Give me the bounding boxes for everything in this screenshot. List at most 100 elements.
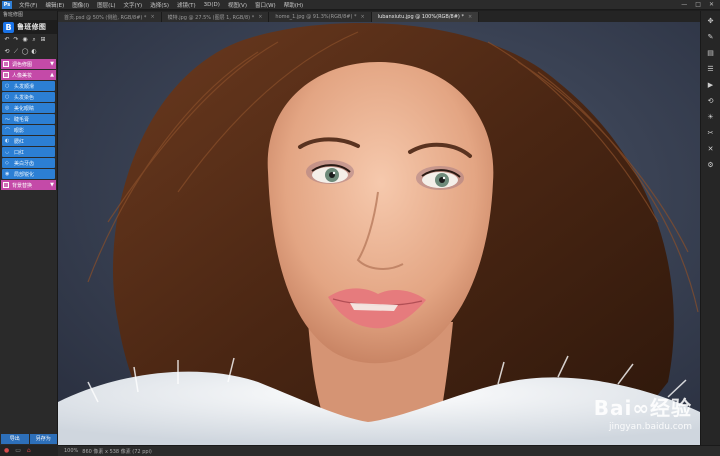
item-teeth-whiten[interactable]: ◇ 美白牙齿 — [2, 158, 55, 168]
portrait-photo — [58, 22, 700, 445]
eye-icon: ◎ — [5, 105, 10, 111]
item-eyeshadow[interactable]: ⌒ 眼影 — [2, 125, 55, 135]
zoom-level[interactable]: 100% — [64, 448, 78, 455]
menu-layer[interactable]: 图层(L) — [93, 1, 119, 9]
ellipse-icon[interactable]: ◯ — [21, 48, 29, 56]
hair-dye-icon: ○ — [5, 94, 10, 100]
undo-icon[interactable]: ↶ — [3, 36, 11, 44]
close-icon[interactable]: ✕ — [705, 143, 717, 155]
maximize-icon[interactable]: □ — [695, 1, 701, 8]
section-label: 人像美妆 — [12, 72, 33, 79]
app-logo: Ps — [2, 0, 12, 9]
tab-close-icon[interactable]: × — [150, 14, 154, 20]
menu-3d[interactable]: 3D(D) — [200, 2, 224, 8]
menu-type[interactable]: 文字(Y) — [120, 1, 147, 9]
item-local-sharpen[interactable]: ◉ 局部锐化 — [2, 169, 55, 179]
item-eye-beautify[interactable]: ◎ 美化眼睛 — [2, 103, 55, 113]
brand-logo-icon: B — [3, 21, 14, 33]
tab-label: home_1.jpg @ 91.3%(RGB/8#) * — [275, 14, 357, 20]
lash-icon: ～ — [5, 116, 11, 123]
item-label: 美白牙齿 — [14, 160, 35, 167]
tab-label: 首页.psd @ 50% (侧脸, RGB/8#) * — [64, 14, 147, 21]
watermark: Bai∞经验 jingyan.baidu.com — [594, 392, 692, 432]
brand-name: 鲁班修图 — [17, 23, 47, 31]
minimize-icon[interactable]: — — [681, 1, 687, 8]
adjust-icon[interactable]: ☰ — [705, 63, 717, 75]
panel-status-icons: ● ▭ ⌂ — [0, 445, 58, 456]
chat-icon[interactable]: ▭ — [15, 447, 21, 454]
save-as-button[interactable]: 另存为 — [29, 434, 57, 444]
lips-icon: ◡ — [5, 149, 10, 155]
blush-icon: ◐ — [5, 138, 10, 144]
menu-window[interactable]: 窗口(W) — [251, 1, 280, 9]
section-portrait-makeup[interactable]: 人像美妆 ▲ — [1, 70, 56, 80]
scissors-icon[interactable]: ✂ — [705, 127, 717, 139]
chevron-down-icon: ▼ — [50, 182, 54, 188]
tool-row-2: ⟲ ⟋ ◯ ◐ — [0, 46, 57, 58]
teeth-icon: ◇ — [5, 160, 9, 166]
menu-bar: Ps 文件(F) 编辑(E) 图像(I) 图层(L) 文字(Y) 选择(S) 滤… — [0, 0, 720, 10]
menu-filter[interactable]: 滤镜(T) — [173, 1, 200, 9]
doc-info: 860 像素 x 538 像素 (72 ppi) — [82, 448, 152, 455]
menu-file[interactable]: 文件(F) — [15, 1, 41, 9]
tab-label: lubanxiutu.jpg @ 100%(RGB/8#) * — [377, 14, 464, 20]
reset-icon[interactable]: ⟲ — [3, 48, 11, 56]
grid-icon[interactable]: ⊞ — [39, 36, 47, 44]
tool-row-1: ↶ ↷ ◉ ⌕ ⊞ — [0, 34, 57, 46]
status-bar: 100% 860 像素 x 538 像素 (72 ppi) — [58, 445, 720, 456]
tab-document-1[interactable]: 首页.psd @ 50% (侧脸, RGB/8#) * × — [58, 12, 162, 22]
menu-edit[interactable]: 编辑(E) — [41, 1, 68, 9]
menu-view[interactable]: 视图(V) — [224, 1, 251, 9]
chevron-up-icon: ▲ — [50, 72, 54, 78]
settings-icon[interactable]: ⚙ — [705, 159, 717, 171]
tab-document-4[interactable]: lubanxiutu.jpg @ 100%(RGB/8#) * × — [371, 12, 480, 22]
panel-title: 鲁班修图 — [0, 11, 57, 20]
history-icon[interactable]: ⟲ — [705, 95, 717, 107]
menu-select[interactable]: 选择(S) — [146, 1, 173, 9]
close-icon[interactable]: ✕ — [709, 1, 714, 8]
eye-icon[interactable]: ◉ — [21, 36, 29, 44]
section-background-replace[interactable]: 背景替换 ▼ — [1, 180, 56, 190]
item-hair-dye[interactable]: ○ 头发染色 — [2, 92, 55, 102]
brush-icon[interactable]: ✎ — [705, 31, 717, 43]
item-lipstick[interactable]: ◡ 口红 — [2, 147, 55, 157]
item-label: 头发顺滑 — [14, 83, 35, 90]
tab-close-icon[interactable]: × — [361, 14, 365, 20]
document-canvas[interactable] — [58, 22, 700, 445]
right-toolbar: ✥ ✎ ▤ ☰ ▶ ⟲ ☀ ✂ ✕ ⚙ — [700, 11, 720, 445]
tab-close-icon[interactable]: × — [258, 14, 262, 20]
section-checkbox-icon — [3, 182, 9, 188]
window-controls: — □ ✕ — [681, 1, 720, 8]
section-label: 调色修图 — [12, 61, 33, 68]
item-label: 眼影 — [14, 127, 25, 134]
light-icon[interactable]: ☀ — [705, 111, 717, 123]
person-icon[interactable]: ◐ — [30, 48, 38, 56]
search-icon[interactable]: ⌕ — [30, 36, 38, 44]
tab-close-icon[interactable]: × — [468, 14, 472, 20]
watermark-logo: Bai∞经验 — [593, 396, 692, 420]
tab-label: 模特.jpg @ 27.5% (图层 1, RGB/8) * — [167, 14, 255, 21]
cap-icon[interactable]: ⌂ — [27, 447, 31, 454]
item-label: 美化眼睛 — [14, 105, 35, 112]
redo-icon[interactable]: ↷ — [12, 36, 20, 44]
eyeshadow-icon: ⌒ — [5, 127, 11, 134]
section-checkbox-icon — [3, 72, 9, 78]
brush-icon[interactable]: ⟋ — [12, 48, 20, 56]
menu-help[interactable]: 帮助(H) — [280, 1, 307, 9]
play-icon[interactable]: ▶ — [705, 79, 717, 91]
section-color-retouch[interactable]: 调色修图 ▼ — [1, 59, 56, 69]
section-checkbox-icon — [3, 61, 9, 67]
item-blush[interactable]: ◐ 腮红 — [2, 136, 55, 146]
tab-document-3[interactable]: home_1.jpg @ 91.3%(RGB/8#) * × — [269, 12, 372, 22]
panel-footer: 导出 另存为 — [0, 433, 58, 445]
item-hair-smooth[interactable]: ○ 头发顺滑 — [2, 81, 55, 91]
message-icon[interactable]: ● — [4, 447, 9, 454]
watermark-url: jingyan.baidu.com — [608, 422, 692, 432]
sharpen-icon: ◉ — [5, 171, 10, 177]
menu-image[interactable]: 图像(I) — [68, 1, 93, 9]
layers-icon[interactable]: ▤ — [705, 47, 717, 59]
export-button[interactable]: 导出 — [1, 434, 29, 444]
move-icon[interactable]: ✥ — [705, 15, 717, 27]
item-mascara[interactable]: ～睫毛膏 — [2, 114, 55, 124]
tab-document-2[interactable]: 模特.jpg @ 27.5% (图层 1, RGB/8) * × — [161, 12, 270, 22]
